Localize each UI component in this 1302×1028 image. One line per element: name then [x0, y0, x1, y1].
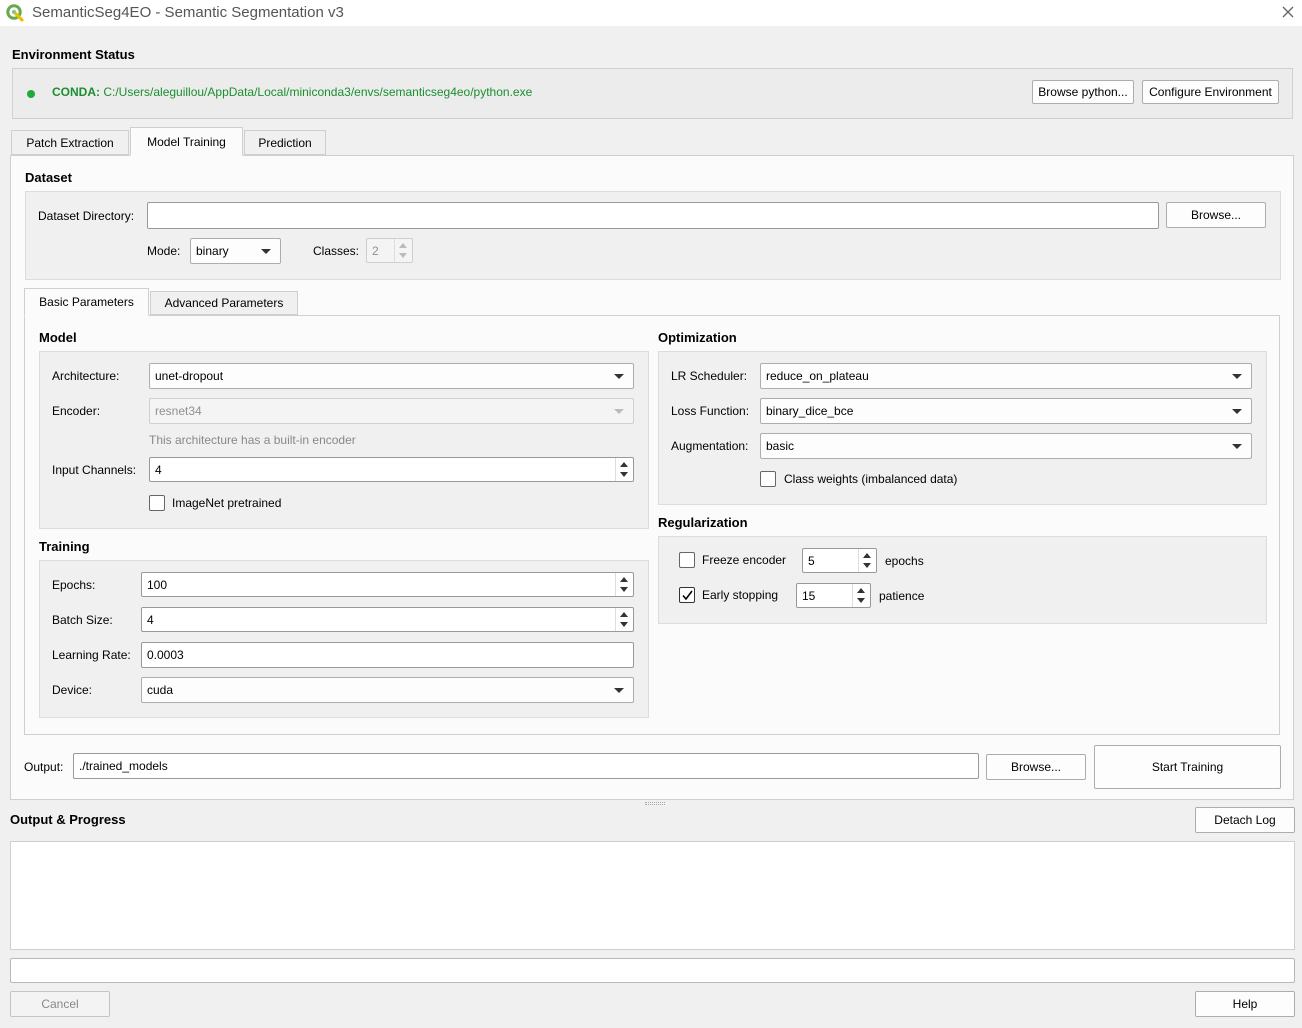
- cancel-button[interactable]: Cancel: [10, 991, 110, 1017]
- chevron-down-icon: [614, 374, 624, 379]
- chevron-down-icon: [1232, 409, 1242, 414]
- class-weights-checkbox[interactable]: [760, 471, 776, 487]
- tab-prediction[interactable]: Prediction: [244, 130, 326, 155]
- output-browse-button[interactable]: Browse...: [986, 754, 1086, 780]
- training-heading: Training: [39, 539, 90, 554]
- spin-arrows-icon[interactable]: [615, 573, 633, 596]
- dataset-browse-button[interactable]: Browse...: [1166, 202, 1266, 228]
- close-icon[interactable]: [1278, 2, 1298, 22]
- model-heading: Model: [39, 330, 77, 345]
- freeze-encoder-checkbox[interactable]: [679, 552, 695, 568]
- classes-value: 2: [372, 243, 379, 258]
- spin-arrows-icon[interactable]: [852, 584, 870, 607]
- device-value: cuda: [147, 683, 174, 697]
- output-progress-heading: Output & Progress: [10, 812, 126, 827]
- batch-size-spinbox[interactable]: 4: [141, 607, 634, 632]
- chevron-down-icon: [614, 688, 624, 693]
- log-output-area[interactable]: [10, 841, 1295, 950]
- epochs-value: 100: [147, 577, 168, 592]
- spin-arrows-icon[interactable]: [615, 458, 633, 481]
- encoder-hint: This architecture has a built-in encoder: [149, 433, 356, 447]
- mode-label: Mode:: [147, 244, 181, 258]
- architecture-value: unet-dropout: [155, 369, 224, 383]
- epochs-spinbox[interactable]: 100: [141, 572, 634, 597]
- input-channels-label: Input Channels:: [52, 463, 137, 477]
- lr-scheduler-value: reduce_on_plateau: [766, 369, 869, 383]
- learning-rate-label: Learning Rate:: [52, 648, 131, 662]
- regularization-group: [658, 536, 1267, 624]
- tab-advanced-parameters[interactable]: Advanced Parameters: [150, 291, 298, 315]
- input-channels-value: 4: [155, 462, 162, 477]
- checkmark-icon: [681, 590, 693, 600]
- spin-arrows-icon[interactable]: [858, 549, 876, 572]
- chevron-down-icon: [614, 409, 624, 414]
- early-stopping-checkbox[interactable]: [679, 587, 695, 603]
- loss-function-label: Loss Function:: [671, 404, 750, 418]
- start-training-button[interactable]: Start Training: [1094, 745, 1281, 789]
- encoder-value: resnet34: [155, 404, 202, 418]
- output-directory-input[interactable]: ./trained_models: [73, 753, 979, 779]
- architecture-label: Architecture:: [52, 369, 120, 383]
- dataset-heading: Dataset: [25, 170, 72, 185]
- python-path: C:/Users/aleguillou/AppData/Local/minico…: [103, 85, 533, 99]
- device-label: Device:: [52, 683, 93, 697]
- architecture-select[interactable]: unet-dropout: [149, 363, 634, 389]
- help-button[interactable]: Help: [1195, 991, 1295, 1017]
- batch-size-label: Batch Size:: [52, 613, 113, 627]
- detach-log-button[interactable]: Detach Log: [1195, 807, 1295, 833]
- freeze-encoder-label: Freeze encoder: [702, 553, 787, 567]
- spin-arrows-icon: [394, 239, 412, 262]
- splitter-handle[interactable]: [645, 802, 665, 805]
- classes-label: Classes:: [313, 244, 360, 258]
- environment-status-heading: Environment Status: [12, 47, 135, 62]
- classes-spinbox: 2: [366, 238, 413, 263]
- patience-unit: patience: [879, 589, 925, 603]
- chevron-down-icon: [1232, 374, 1242, 379]
- epochs-label: Epochs:: [52, 578, 96, 592]
- encoder-label: Encoder:: [52, 404, 101, 418]
- configure-environment-button[interactable]: Configure Environment: [1142, 80, 1279, 104]
- class-weights-label: Class weights (imbalanced data): [784, 472, 958, 486]
- regularization-heading: Regularization: [658, 515, 748, 530]
- patience-value: 15: [802, 588, 816, 603]
- dataset-directory-label: Dataset Directory:: [38, 209, 135, 223]
- augmentation-label: Augmentation:: [671, 439, 749, 453]
- window-title: SemanticSeg4EO - Semantic Segmentation v…: [32, 4, 344, 21]
- tab-patch-extraction[interactable]: Patch Extraction: [11, 130, 129, 155]
- spin-arrows-icon[interactable]: [615, 608, 633, 631]
- lr-scheduler-label: LR Scheduler:: [671, 369, 748, 383]
- patience-spinbox[interactable]: 15: [796, 583, 871, 608]
- augmentation-select[interactable]: basic: [760, 433, 1252, 459]
- mode-value: binary: [196, 244, 229, 258]
- conda-label: CONDA:: [52, 85, 100, 99]
- freeze-epochs-value: 5: [808, 553, 815, 568]
- augmentation-value: basic: [766, 439, 795, 453]
- tab-model-training[interactable]: Model Training: [130, 127, 243, 156]
- optimization-heading: Optimization: [658, 330, 737, 345]
- imagenet-pretrained-checkbox[interactable]: [149, 495, 165, 511]
- loss-function-value: binary_dice_bce: [766, 404, 854, 418]
- progress-bar: [10, 958, 1295, 983]
- chevron-down-icon: [1232, 444, 1242, 449]
- loss-function-select[interactable]: binary_dice_bce: [760, 398, 1252, 424]
- freeze-epochs-spinbox[interactable]: 5: [802, 548, 877, 573]
- browse-python-button[interactable]: Browse python...: [1032, 80, 1134, 104]
- tab-basic-parameters[interactable]: Basic Parameters: [24, 288, 149, 316]
- device-select[interactable]: cuda: [141, 677, 634, 703]
- batch-size-value: 4: [147, 612, 154, 627]
- early-stopping-label: Early stopping: [702, 588, 779, 602]
- encoder-select: resnet34: [149, 398, 634, 424]
- status-indicator-icon: [27, 90, 35, 98]
- imagenet-pretrained-label: ImageNet pretrained: [172, 496, 282, 510]
- qgis-logo-icon: [6, 4, 24, 22]
- output-label: Output:: [24, 760, 64, 774]
- input-channels-spinbox[interactable]: 4: [149, 457, 634, 482]
- chevron-down-icon: [261, 249, 271, 254]
- learning-rate-input[interactable]: 0.0003: [141, 642, 634, 668]
- freeze-epochs-unit: epochs: [885, 554, 924, 568]
- mode-select[interactable]: binary: [190, 238, 281, 264]
- dataset-directory-input[interactable]: [147, 202, 1159, 229]
- lr-scheduler-select[interactable]: reduce_on_plateau: [760, 363, 1252, 389]
